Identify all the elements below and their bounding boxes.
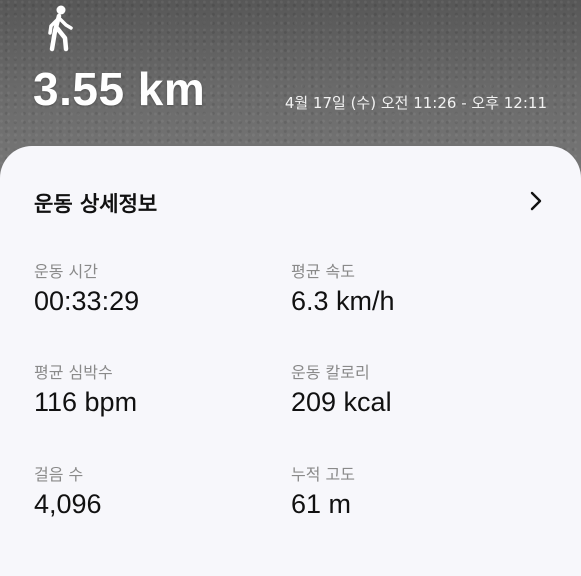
stat-label: 평균 속도	[291, 262, 355, 281]
stat-duration: 운동 시간 00:33:29	[34, 258, 139, 317]
stat-value: 61 m	[291, 489, 352, 519]
stat-avg-heart-rate: 평균 심박수 116 bpm	[34, 359, 137, 418]
walking-person-icon	[48, 5, 73, 52]
stat-value: 116 bpm	[34, 387, 138, 417]
stat-steps: 걸음 수 4,096	[34, 461, 102, 520]
distance-value: 3.55 km	[33, 63, 206, 115]
stat-value: 209 kcal	[291, 387, 392, 417]
stat-elevation: 누적 고도 61 m	[291, 461, 355, 520]
stat-label: 운동 시간	[34, 262, 98, 281]
stat-label: 누적 고도	[291, 465, 355, 484]
stat-value: 4,096	[34, 489, 102, 519]
chevron-right-icon[interactable]	[529, 190, 543, 212]
stat-label: 평균 심박수	[34, 363, 113, 382]
workout-datetime: 4월 17일 (수) 오전 11:26 - 오후 12:11	[284, 94, 547, 112]
stat-value: 00:33:29	[34, 286, 140, 316]
details-title: 운동 상세정보	[34, 192, 158, 216]
stat-label: 걸음 수	[34, 465, 84, 484]
stat-value: 6.3 km/h	[291, 286, 395, 316]
stat-label: 운동 칼로리	[291, 363, 370, 382]
workout-details-card[interactable]: 운동 상세정보 운동 시간 00:33:29 평균 속도 6.3 km/h 평균…	[0, 146, 581, 576]
stat-avg-speed: 평균 속도 6.3 km/h	[291, 258, 395, 317]
stat-calories: 운동 칼로리 209 kcal	[291, 359, 392, 418]
